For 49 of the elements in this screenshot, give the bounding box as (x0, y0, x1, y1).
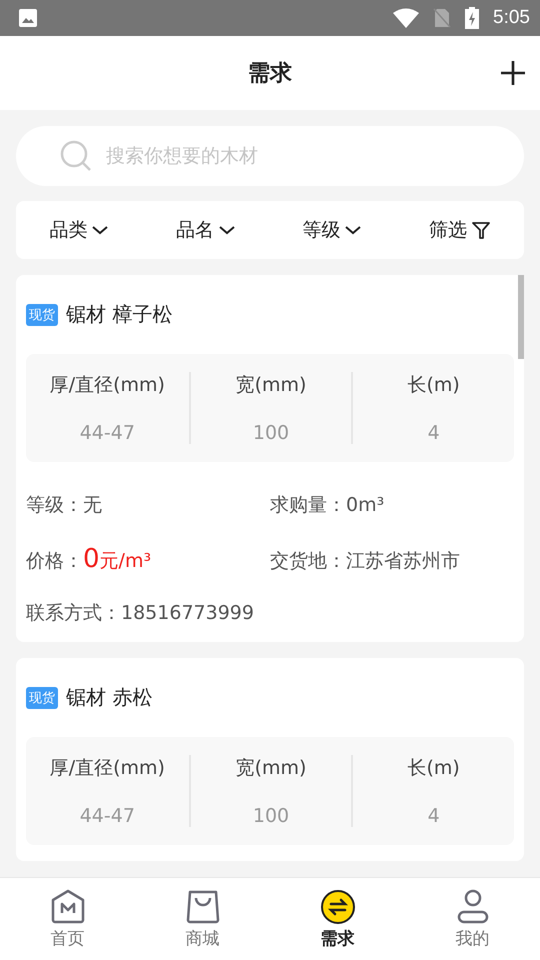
listing-title: 锯材 樟子松 (66, 301, 172, 328)
home-icon (50, 888, 86, 924)
page-title: 需求 (248, 60, 292, 88)
search-icon (60, 140, 92, 172)
search-field[interactable]: 搜索你想要的木材 (16, 126, 524, 186)
price-unit: 元/m³ (100, 549, 152, 574)
contact-text: 联系方式：18516773999 (26, 601, 255, 626)
spec-value: 4 (428, 422, 440, 444)
listing-card[interactable]: 现货 锯材 樟子松 厚/直径(mm) 44-47 宽(mm) 100 长(m) 4 等级：无 求购量：0m³ 价格：0元/m³ 交货地：江苏省苏州市 联系方式：18516773999 (16, 275, 524, 642)
stock-tag: 现货 (26, 304, 58, 326)
spec-label: 宽(mm) (236, 373, 306, 398)
quantity-text: 求购量：0m³ (270, 493, 386, 518)
wifi-icon (393, 8, 420, 28)
stock-tag: 现货 (26, 686, 58, 708)
no-sim-icon (433, 8, 452, 28)
image-icon (18, 8, 38, 28)
battery-charging-icon (465, 7, 480, 29)
spec-value: 100 (252, 422, 290, 444)
spec-label: 厚/直径(mm) (50, 373, 165, 398)
tab-bar-item[interactable]: 需求 (270, 878, 405, 960)
spec-label: 长(m) (407, 373, 460, 398)
exchange-icon (320, 888, 356, 924)
filter-button[interactable]: 等级 (298, 213, 366, 247)
add-icon[interactable] (500, 60, 526, 86)
chevron-down-icon (91, 224, 110, 236)
chevron-down-icon (344, 224, 362, 236)
grade-text: 等级：无 (26, 493, 103, 518)
price-label: 价格： (26, 549, 83, 574)
listing-card[interactable]: 现货 锯材 赤松 厚/直径(mm) 44-47 宽(mm) 100 长(m) 4 (16, 658, 524, 861)
price-value: 0 (83, 544, 100, 574)
spec-value: 44-47 (80, 805, 135, 827)
chevron-down-icon (218, 224, 236, 236)
tab-bar-item[interactable]: 首页 (0, 878, 135, 960)
delivery-text: 交货地：江苏省苏州市 (270, 549, 461, 574)
tab-bar-item[interactable]: 商城 (135, 878, 270, 960)
filter-button[interactable]: 品名 (172, 213, 240, 247)
spec-value: 44-47 (80, 422, 135, 444)
shopping-bag-icon (184, 888, 220, 924)
spec-label: 厚/直径(mm) (50, 756, 165, 781)
spec-value: 100 (252, 805, 290, 827)
status-time: 5:05 (493, 7, 530, 29)
filter-button[interactable]: 筛选 (424, 213, 495, 247)
filter-button[interactable]: 品类 (45, 213, 114, 247)
spec-label: 宽(mm) (236, 756, 306, 781)
listing-title: 锯材 赤松 (66, 684, 152, 711)
filter-icon (470, 220, 491, 240)
spec-value: 4 (428, 805, 440, 827)
spec-label: 长(m) (407, 756, 460, 781)
tab-bar-item[interactable]: 我的 (405, 878, 540, 960)
